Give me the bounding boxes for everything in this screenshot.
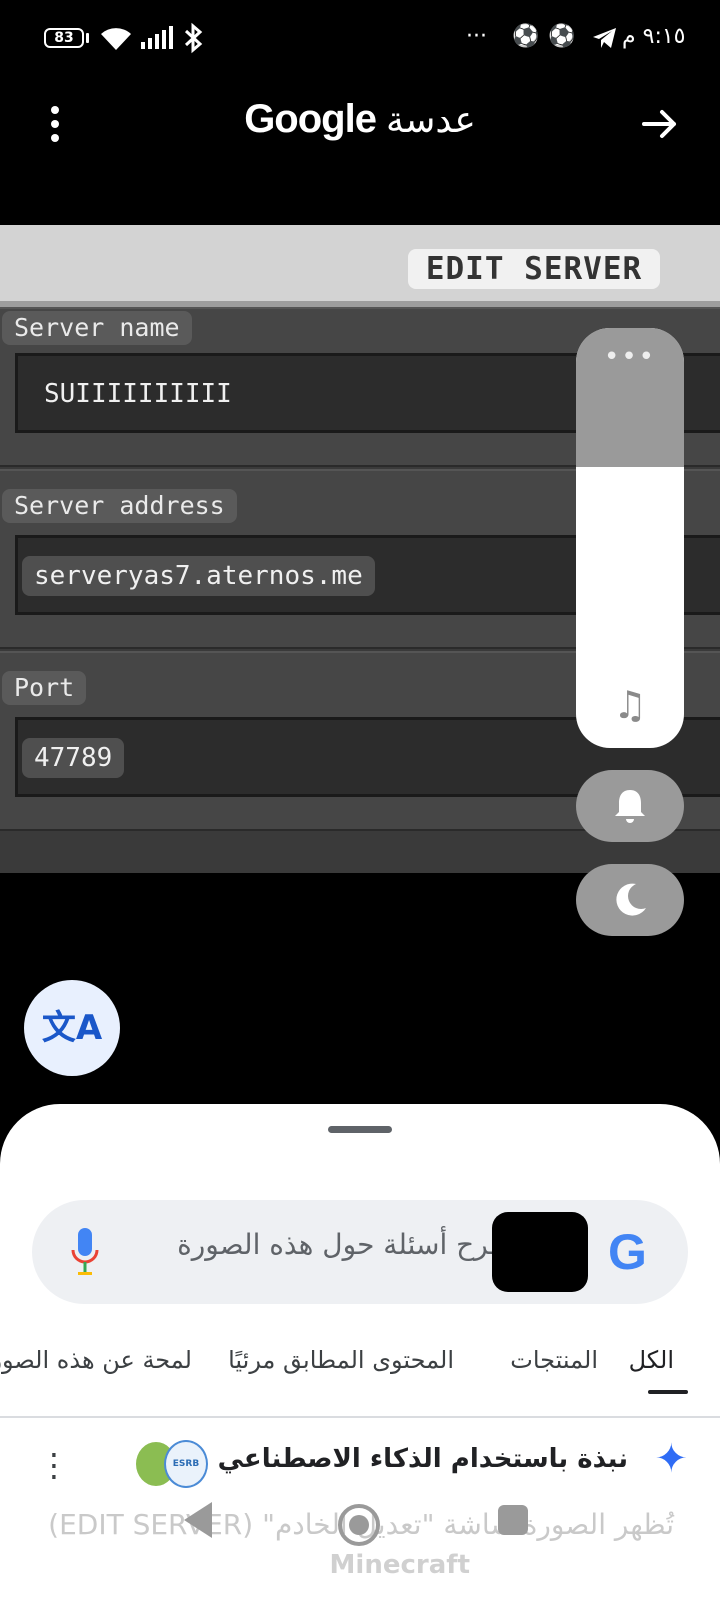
- server-address-value: serveryas7.aternos.me: [22, 556, 375, 596]
- battery-indicator: 83: [44, 28, 84, 48]
- tab-visual-matches[interactable]: المحتوى المطابق مرئيًا: [228, 1346, 454, 1374]
- ai-overview-title: نبذة باستخدام الذكاء الاصطناعي: [217, 1444, 628, 1474]
- ai-overview-text-line2: Minecraft: [329, 1550, 470, 1580]
- nav-recents-button[interactable]: [498, 1505, 528, 1535]
- edit-server-header: EDIT SERVER: [0, 225, 720, 307]
- source-favicon-esrb: ESRB: [164, 1440, 208, 1488]
- translate-icon: 文A: [41, 1008, 103, 1048]
- port-label: Port: [2, 671, 87, 705]
- nav-back-button[interactable]: [184, 1502, 212, 1538]
- lens-wordmark: عدسة: [385, 100, 476, 141]
- signal-icon: [141, 26, 173, 49]
- search-bar[interactable]: طرح أسئلة حول هذه الصورة G: [32, 1200, 688, 1304]
- google-wordmark: Google: [244, 97, 377, 141]
- music-note-icon: ♫: [612, 683, 648, 727]
- server-address-label: Server address: [2, 489, 237, 523]
- tab-all[interactable]: الكل: [629, 1346, 674, 1374]
- wifi-icon: [101, 28, 131, 50]
- results-sheet: طرح أسئلة حول هذه الصورة G الكل المنتجات…: [0, 1104, 720, 1624]
- results-tabs: الكل المنتجات المحتوى المطابق مرئيًا لمح…: [0, 1336, 720, 1396]
- sheet-drag-handle[interactable]: [328, 1126, 392, 1133]
- bell-icon: [615, 790, 645, 823]
- status-bar: 83 ··· ⚽ ⚽ ٩:١٥ م: [0, 0, 720, 78]
- active-tab-indicator: [648, 1390, 688, 1394]
- search-input[interactable]: طرح أسئلة حول هذه الصورة: [152, 1228, 512, 1261]
- google-lens-title: Google عدسة: [0, 96, 720, 142]
- clock: ٩:١٥ م: [622, 24, 686, 49]
- tab-about-image[interactable]: لمحة عن هذه الصورة: [0, 1346, 192, 1374]
- translate-button[interactable]: 文A: [24, 980, 120, 1076]
- volume-settings-button[interactable]: •••: [576, 342, 684, 372]
- arrow-forward-icon: [642, 110, 676, 138]
- port-value: 47789: [22, 738, 125, 778]
- divider: [0, 1416, 720, 1418]
- forward-button[interactable]: [640, 104, 680, 144]
- ai-overview-header[interactable]: ✦ نبذة باستخدام الذكاء الاصطناعي ESRB ⋮: [0, 1426, 720, 1506]
- notification-overflow: ···: [466, 24, 487, 49]
- volume-slider[interactable]: ••• ♫: [576, 328, 684, 748]
- do-not-disturb-button[interactable]: [576, 864, 684, 936]
- nav-home-dot: [349, 1515, 369, 1535]
- battery-tip: [86, 33, 89, 43]
- edit-server-title: EDIT SERVER: [408, 249, 660, 289]
- soccer-ball-icon: ⚽: [512, 24, 540, 49]
- ai-overview-menu-button[interactable]: ⋮: [38, 1446, 70, 1484]
- google-g-icon: G: [608, 1224, 647, 1280]
- moon-icon: [616, 883, 646, 916]
- telegram-icon: [593, 28, 616, 48]
- bluetooth-icon: [184, 22, 203, 54]
- image-thumbnail[interactable]: [492, 1212, 588, 1292]
- mic-icon[interactable]: [70, 1226, 100, 1280]
- tab-products[interactable]: المنتجات: [510, 1346, 598, 1374]
- soccer-ball-icon: ⚽: [548, 24, 576, 49]
- ringer-button[interactable]: [576, 770, 684, 842]
- server-name-label: Server name: [2, 311, 192, 345]
- sparkle-icon: ✦: [654, 1436, 688, 1482]
- server-name-value: SUIIIIIIIIII: [44, 379, 232, 409]
